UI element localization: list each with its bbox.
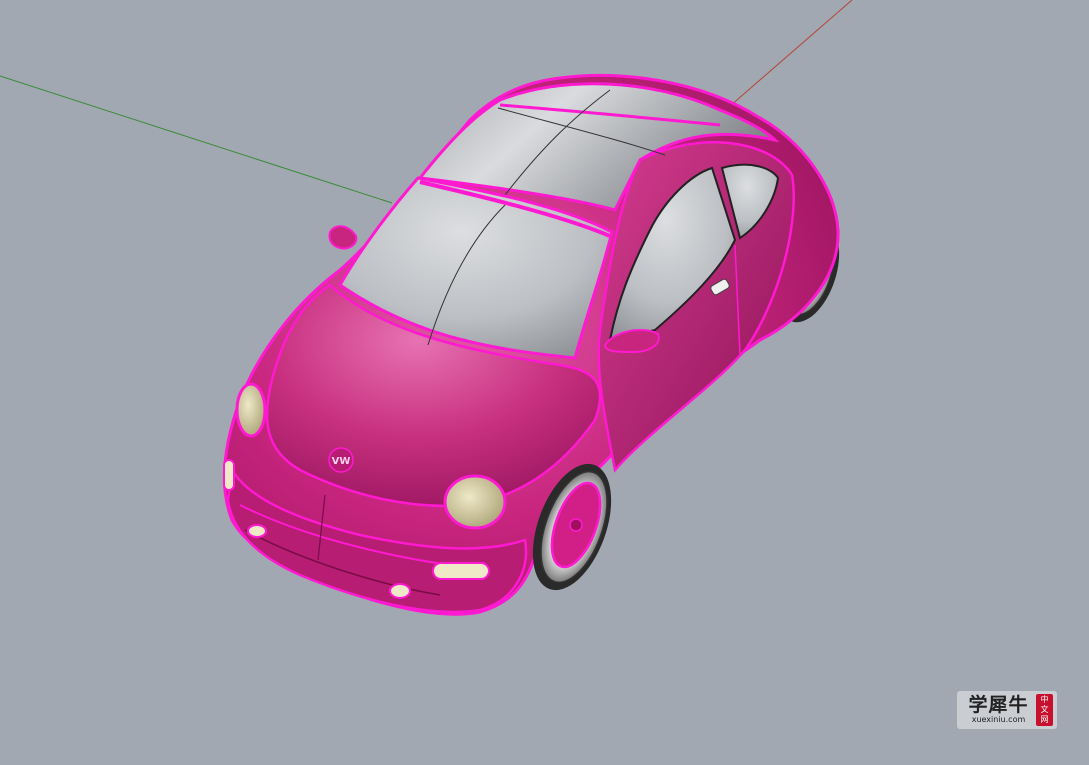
vw-logo-text: VW <box>332 456 351 467</box>
right-headlight <box>443 474 507 530</box>
y-axis-line <box>0 75 393 204</box>
left-headlight <box>235 382 267 438</box>
fog-light-left <box>247 524 267 538</box>
left-mirror[interactable] <box>328 225 358 250</box>
watermark-title: 学犀牛 <box>968 694 1029 716</box>
car-model[interactable]: VW <box>222 73 851 616</box>
x-axis-line <box>729 0 853 107</box>
turn-indicator-right <box>432 562 490 580</box>
turn-indicator-left <box>223 459 235 491</box>
rhino-viewport[interactable]: VW <box>0 0 1089 765</box>
vw-logo: VW <box>328 447 354 473</box>
site-watermark: 学犀牛 xuexiniu.com 中 文 网 <box>957 691 1057 729</box>
watermark-subtitle: xuexiniu.com <box>971 715 1026 724</box>
viewport-canvas[interactable]: VW <box>0 0 1089 765</box>
watermark-seal: 中 文 网 <box>1036 694 1053 726</box>
fog-light-right <box>389 583 411 599</box>
